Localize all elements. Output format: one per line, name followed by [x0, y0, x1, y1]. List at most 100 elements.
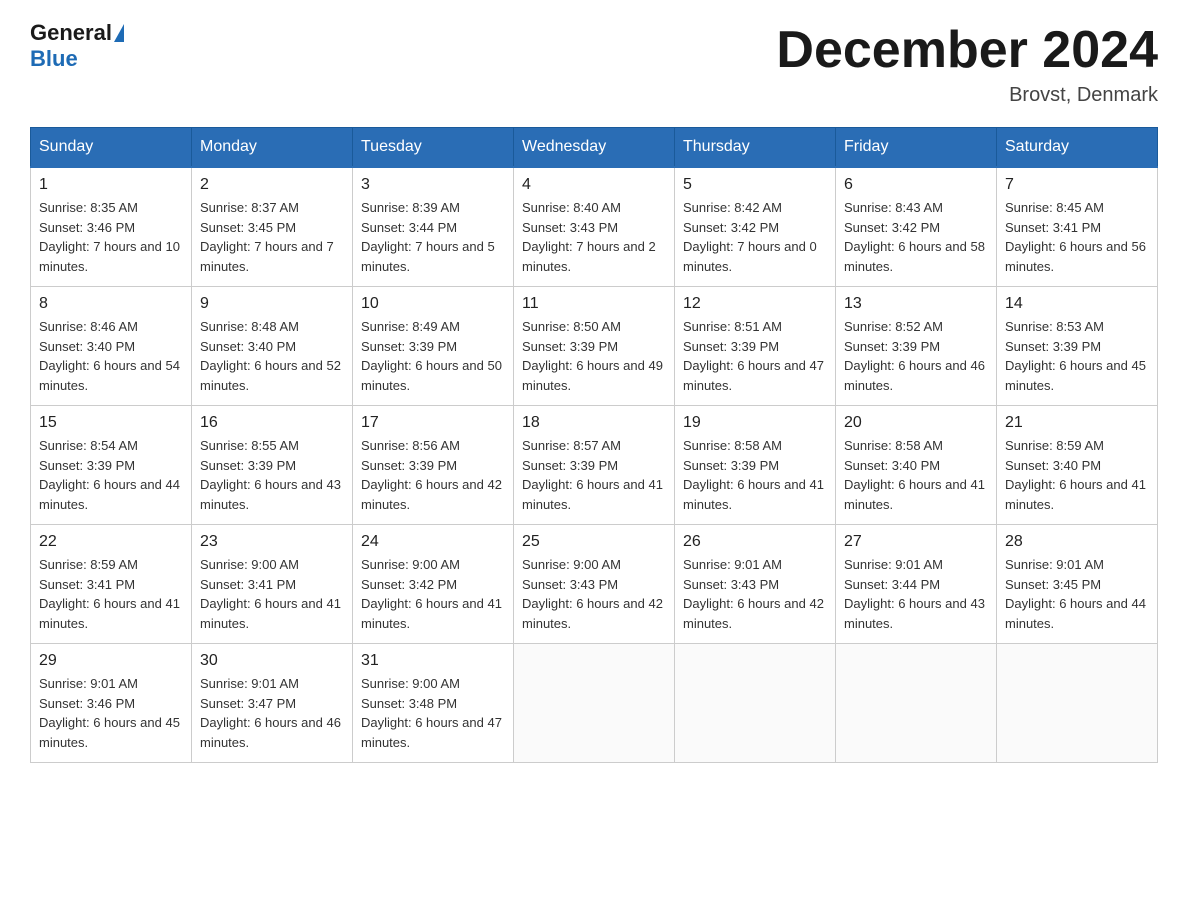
day-number: 11: [522, 295, 666, 313]
day-number: 13: [844, 295, 988, 313]
calendar-week-row: 8 Sunrise: 8:46 AMSunset: 3:40 PMDaylight…: [31, 287, 1158, 406]
day-number: 31: [361, 652, 505, 670]
calendar-cell: 17 Sunrise: 8:56 AMSunset: 3:39 PMDayligh…: [353, 406, 514, 525]
day-number: 15: [39, 414, 183, 432]
calendar-table: SundayMondayTuesdayWednesdayThursdayFrid…: [30, 127, 1158, 763]
day-info: Sunrise: 9:00 AMSunset: 3:41 PMDaylight:…: [200, 555, 344, 633]
day-info: Sunrise: 8:40 AMSunset: 3:43 PMDaylight:…: [522, 198, 666, 276]
calendar-cell: 28 Sunrise: 9:01 AMSunset: 3:45 PMDayligh…: [997, 525, 1158, 644]
logo-general-text: General: [30, 20, 112, 46]
day-info: Sunrise: 9:01 AMSunset: 3:47 PMDaylight:…: [200, 674, 344, 752]
calendar-week-row: 29 Sunrise: 9:01 AMSunset: 3:46 PMDayligh…: [31, 644, 1158, 763]
month-title: December 2024: [776, 20, 1158, 80]
day-info: Sunrise: 8:43 AMSunset: 3:42 PMDaylight:…: [844, 198, 988, 276]
day-info: Sunrise: 8:42 AMSunset: 3:42 PMDaylight:…: [683, 198, 827, 276]
logo-blue-text: Blue: [30, 46, 78, 71]
day-number: 18: [522, 414, 666, 432]
calendar-cell: 27 Sunrise: 9:01 AMSunset: 3:44 PMDayligh…: [836, 525, 997, 644]
day-number: 7: [1005, 176, 1149, 194]
calendar-cell: 8 Sunrise: 8:46 AMSunset: 3:40 PMDaylight…: [31, 287, 192, 406]
day-number: 27: [844, 533, 988, 551]
day-info: Sunrise: 8:55 AMSunset: 3:39 PMDaylight:…: [200, 436, 344, 514]
day-info: Sunrise: 8:48 AMSunset: 3:40 PMDaylight:…: [200, 317, 344, 395]
calendar-cell: 5 Sunrise: 8:42 AMSunset: 3:42 PMDaylight…: [675, 167, 836, 287]
calendar-cell: 1Sunrise: 8:35 AMSunset: 3:46 PMDaylight…: [31, 167, 192, 287]
calendar-cell: [675, 644, 836, 763]
header-sunday: Sunday: [31, 128, 192, 168]
day-info: Sunrise: 8:35 AMSunset: 3:46 PMDaylight:…: [39, 198, 183, 276]
calendar-cell: 18 Sunrise: 8:57 AMSunset: 3:39 PMDayligh…: [514, 406, 675, 525]
calendar-cell: 11 Sunrise: 8:50 AMSunset: 3:39 PMDayligh…: [514, 287, 675, 406]
calendar-header-row: SundayMondayTuesdayWednesdayThursdayFrid…: [31, 128, 1158, 168]
day-number: 17: [361, 414, 505, 432]
day-info: Sunrise: 8:58 AMSunset: 3:40 PMDaylight:…: [844, 436, 988, 514]
day-number: 10: [361, 295, 505, 313]
day-info: Sunrise: 9:01 AMSunset: 3:45 PMDaylight:…: [1005, 555, 1149, 633]
day-number: 28: [1005, 533, 1149, 551]
calendar-cell: 4 Sunrise: 8:40 AMSunset: 3:43 PMDaylight…: [514, 167, 675, 287]
day-info: Sunrise: 8:37 AMSunset: 3:45 PMDaylight:…: [200, 198, 344, 276]
header-thursday: Thursday: [675, 128, 836, 168]
calendar-cell: 2 Sunrise: 8:37 AMSunset: 3:45 PMDaylight…: [192, 167, 353, 287]
calendar-cell: 14 Sunrise: 8:53 AMSunset: 3:39 PMDayligh…: [997, 287, 1158, 406]
logo: General Blue: [30, 20, 126, 72]
day-number: 19: [683, 414, 827, 432]
calendar-cell: 22Sunrise: 8:59 AMSunset: 3:41 PMDayligh…: [31, 525, 192, 644]
calendar-cell: 15Sunrise: 8:54 AMSunset: 3:39 PMDayligh…: [31, 406, 192, 525]
calendar-cell: [997, 644, 1158, 763]
calendar-cell: 3Sunrise: 8:39 AMSunset: 3:44 PMDaylight…: [353, 167, 514, 287]
calendar-cell: 30 Sunrise: 9:01 AMSunset: 3:47 PMDayligh…: [192, 644, 353, 763]
calendar-cell: 19 Sunrise: 8:58 AMSunset: 3:39 PMDayligh…: [675, 406, 836, 525]
day-number: 4: [522, 176, 666, 194]
day-info: Sunrise: 9:01 AMSunset: 3:46 PMDaylight:…: [39, 674, 183, 752]
day-info: Sunrise: 8:58 AMSunset: 3:39 PMDaylight:…: [683, 436, 827, 514]
calendar-cell: [836, 644, 997, 763]
calendar-cell: 26 Sunrise: 9:01 AMSunset: 3:43 PMDayligh…: [675, 525, 836, 644]
day-info: Sunrise: 8:45 AMSunset: 3:41 PMDaylight:…: [1005, 198, 1149, 276]
day-number: 9: [200, 295, 344, 313]
header-wednesday: Wednesday: [514, 128, 675, 168]
day-number: 23: [200, 533, 344, 551]
day-number: 14: [1005, 295, 1149, 313]
calendar-cell: 6Sunrise: 8:43 AMSunset: 3:42 PMDaylight…: [836, 167, 997, 287]
logo-triangle-icon: [114, 24, 124, 42]
day-info: Sunrise: 8:52 AMSunset: 3:39 PMDaylight:…: [844, 317, 988, 395]
day-info: Sunrise: 8:46 AMSunset: 3:40 PMDaylight:…: [39, 317, 183, 395]
day-info: Sunrise: 9:00 AMSunset: 3:43 PMDaylight:…: [522, 555, 666, 633]
day-number: 5: [683, 176, 827, 194]
day-info: Sunrise: 8:59 AMSunset: 3:40 PMDaylight:…: [1005, 436, 1149, 514]
day-info: Sunrise: 9:00 AMSunset: 3:48 PMDaylight:…: [361, 674, 505, 752]
day-number: 22: [39, 533, 183, 551]
day-info: Sunrise: 9:00 AMSunset: 3:42 PMDaylight:…: [361, 555, 505, 633]
day-info: Sunrise: 8:57 AMSunset: 3:39 PMDaylight:…: [522, 436, 666, 514]
day-number: 20: [844, 414, 988, 432]
header-tuesday: Tuesday: [353, 128, 514, 168]
day-number: 2: [200, 176, 344, 194]
day-number: 8: [39, 295, 183, 313]
day-number: 24: [361, 533, 505, 551]
calendar-cell: 21 Sunrise: 8:59 AMSunset: 3:40 PMDayligh…: [997, 406, 1158, 525]
day-number: 30: [200, 652, 344, 670]
calendar-week-row: 1Sunrise: 8:35 AMSunset: 3:46 PMDaylight…: [31, 167, 1158, 287]
title-section: December 2024 Brovst, Denmark: [776, 20, 1158, 107]
day-info: Sunrise: 9:01 AMSunset: 3:43 PMDaylight:…: [683, 555, 827, 633]
day-info: Sunrise: 8:50 AMSunset: 3:39 PMDaylight:…: [522, 317, 666, 395]
day-number: 16: [200, 414, 344, 432]
header-saturday: Saturday: [997, 128, 1158, 168]
day-number: 29: [39, 652, 183, 670]
calendar-cell: 25 Sunrise: 9:00 AMSunset: 3:43 PMDayligh…: [514, 525, 675, 644]
day-info: Sunrise: 8:53 AMSunset: 3:39 PMDaylight:…: [1005, 317, 1149, 395]
day-number: 25: [522, 533, 666, 551]
day-info: Sunrise: 8:56 AMSunset: 3:39 PMDaylight:…: [361, 436, 505, 514]
day-info: Sunrise: 8:51 AMSunset: 3:39 PMDaylight:…: [683, 317, 827, 395]
day-number: 26: [683, 533, 827, 551]
header-friday: Friday: [836, 128, 997, 168]
day-info: Sunrise: 8:39 AMSunset: 3:44 PMDaylight:…: [361, 198, 505, 276]
calendar-cell: 20 Sunrise: 8:58 AMSunset: 3:40 PMDayligh…: [836, 406, 997, 525]
calendar-cell: 23 Sunrise: 9:00 AMSunset: 3:41 PMDayligh…: [192, 525, 353, 644]
day-info: Sunrise: 9:01 AMSunset: 3:44 PMDaylight:…: [844, 555, 988, 633]
day-info: Sunrise: 8:49 AMSunset: 3:39 PMDaylight:…: [361, 317, 505, 395]
calendar-week-row: 22Sunrise: 8:59 AMSunset: 3:41 PMDayligh…: [31, 525, 1158, 644]
calendar-cell: 9 Sunrise: 8:48 AMSunset: 3:40 PMDaylight…: [192, 287, 353, 406]
day-number: 21: [1005, 414, 1149, 432]
